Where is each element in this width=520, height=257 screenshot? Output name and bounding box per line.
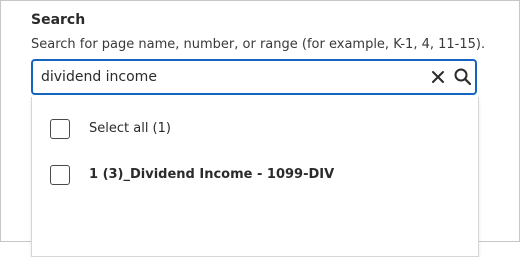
search-results-dropdown: Select all (1) 1 (3)_Dividend Income - 1… <box>31 97 479 257</box>
select-all-label: Select all (1) <box>89 121 171 136</box>
search-input[interactable] <box>41 61 421 93</box>
select-all-checkbox[interactable] <box>50 119 70 139</box>
close-icon[interactable] <box>429 68 447 86</box>
result-checkbox[interactable] <box>50 165 70 185</box>
search-panel: Search Search for page name, number, or … <box>0 0 520 257</box>
search-icon[interactable] <box>453 67 473 87</box>
search-title: Search <box>31 12 86 28</box>
result-option[interactable]: 1 (3)_Dividend Income - 1099-DIV <box>50 165 470 189</box>
search-help-text: Search for page name, number, or range (… <box>31 37 486 52</box>
result-label: 1 (3)_Dividend Income - 1099-DIV <box>89 167 335 182</box>
search-field[interactable] <box>31 59 477 95</box>
select-all-option[interactable]: Select all (1) <box>50 119 470 143</box>
